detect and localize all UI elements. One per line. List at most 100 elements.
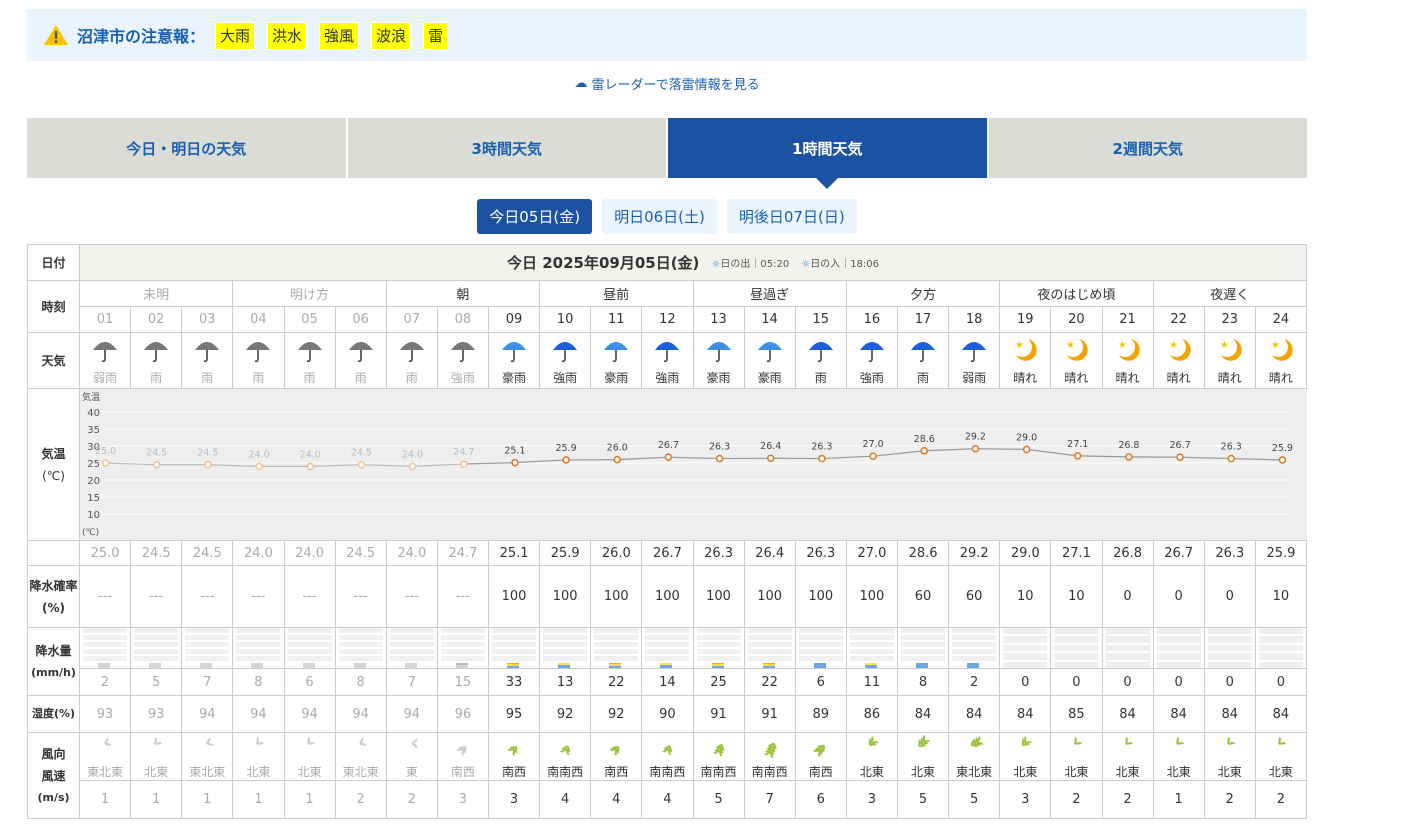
precip-bar-bg (338, 628, 383, 668)
temp-point (1278, 456, 1287, 464)
wind-arrow-icon: ‹ (1269, 734, 1290, 755)
wind-cell: ‹ 北東 (1154, 733, 1205, 780)
temp-value-cell: 24.5 (131, 541, 183, 565)
wind-dir-label: 風向 (41, 746, 66, 761)
radar-link[interactable]: ☁ 雷レーダーで落雷情報を見る (0, 74, 1334, 93)
svg-text:★: ★ (1169, 340, 1178, 351)
wind-cell: ‹‹‹ 南南西 (694, 733, 745, 780)
wind-cell: ‹ 北東 (233, 733, 285, 780)
radar-link-label[interactable]: 雷レーダーで落雷情報を見る (591, 78, 759, 93)
wind-dir-text: 東北東 (87, 765, 124, 779)
temp-point (357, 460, 366, 469)
alert-tag[interactable]: 波浪 (371, 21, 412, 50)
precip-bar-cell (796, 628, 847, 668)
temp-point (101, 459, 110, 467)
moon-icon: ★ (1010, 335, 1040, 369)
precip-bar-cell (182, 628, 234, 668)
temp-value-cell: 25.9 (540, 541, 592, 565)
wind-cell: ‹‹ 北東 (1000, 733, 1052, 780)
row-label-temp-values (28, 541, 80, 565)
period-cell: 昼過ぎ (694, 281, 847, 306)
tab-2[interactable]: 3時間天気 (347, 118, 666, 178)
wind-speed-cell: 2 (1103, 781, 1154, 818)
precip-bar (302, 663, 315, 668)
precip-bar-bg (1003, 628, 1048, 669)
precip-bar-bg (1207, 628, 1252, 669)
weather-label: 豪雨 (604, 371, 629, 385)
day-button[interactable]: 今日05日(金) (477, 199, 593, 234)
wind-speed-cell: 5 (949, 781, 1001, 818)
weather-label: 豪雨 (502, 371, 527, 385)
pop-cell: 100 (796, 566, 847, 627)
temp-data-label: 26.3 (1221, 442, 1242, 453)
hour-cell: 22 (1154, 307, 1205, 332)
weather-cell: 雨 (898, 333, 950, 388)
precip-cell: 22 (591, 669, 643, 695)
umbrella-icon (499, 335, 529, 369)
pop-cell: 10 (1000, 566, 1052, 627)
tab-3[interactable]: 1時間天気 (668, 118, 987, 189)
temp-point (1073, 452, 1082, 460)
sunrise-time: 05:20 (760, 259, 790, 270)
row-label-humidity: 湿度(%) (28, 696, 80, 732)
precip-cell: 14 (642, 669, 694, 695)
tab-1[interactable]: 今日・明日の天気 (27, 118, 346, 178)
wind-arrow-icon: ‹‹ (554, 739, 581, 755)
wind-arrow-icon: ‹‹ (607, 736, 630, 759)
precip-bar-cell (642, 628, 694, 669)
weather-cell: 雨 (182, 333, 234, 388)
wind-speed-cell: 2 (387, 781, 438, 818)
wind-dir-text: 北東 (1217, 765, 1242, 779)
humidity-cell: 86 (847, 696, 898, 732)
wind-dir-text: 南西 (450, 765, 475, 779)
day-button[interactable]: 明後日07日(日) (726, 199, 857, 234)
alert-tag[interactable]: 大雨 (215, 21, 256, 50)
row-label-pop: 降水確率 (%) (28, 566, 80, 627)
pop-cell: 10 (1051, 566, 1103, 627)
wind-cell: ‹ 東北東 (336, 732, 387, 780)
precip-bar-bg (543, 628, 588, 669)
weather-label: 雨 (303, 371, 316, 385)
precip-cell: 0 (1205, 669, 1256, 695)
temp-data-label: 26.8 (1118, 440, 1139, 451)
day-selector: 今日05日(金) 明日06日(土) 明後日07日(日) (0, 199, 1334, 234)
hour-cell: 09 (489, 307, 541, 332)
precip-bar-bg (696, 628, 741, 668)
precip-cell: 2 (80, 669, 132, 695)
umbrella-icon (346, 335, 376, 369)
alert-tag[interactable]: 洪水 (267, 21, 308, 50)
temp-line-segment (207, 464, 260, 467)
precip-cell: 0 (1256, 669, 1307, 695)
temp-data-label: 25.0 (95, 446, 116, 457)
wind-dir-text: 北東 (1064, 765, 1089, 779)
wind-dir-text: 東北東 (956, 765, 993, 779)
hour-cell: 10 (540, 307, 592, 332)
wind-arrow-icon: ‹‹‹ (964, 730, 983, 758)
precip-bar (455, 663, 468, 669)
precip-cell: 6 (285, 669, 336, 695)
weather-cell: 雨 (285, 333, 336, 388)
hour-cell: 03 (182, 307, 234, 332)
weather-label: 豪雨 (757, 371, 782, 385)
tab-4[interactable]: 2週間天気 (988, 118, 1307, 178)
temp-data-label: 24.0 (402, 449, 423, 460)
wind-arrow-icon: ‹ (200, 731, 213, 756)
umbrella-icon (448, 335, 478, 369)
temp-value-cell: 26.3 (694, 541, 745, 565)
wind-dir-text: 北東 (911, 765, 936, 779)
wind-dir-text: 北東 (1115, 765, 1140, 779)
day-button[interactable]: 明日06日(土) (602, 199, 717, 234)
pop-cell: 60 (949, 566, 1001, 627)
temp-point (204, 460, 212, 469)
weather-label: 晴れ (1013, 371, 1038, 385)
wind-arrow-icon: ‹ (1166, 734, 1187, 755)
weather-label: 雨 (814, 371, 827, 385)
thunder-icon: ☁ (574, 76, 588, 91)
precip-bar-bg (849, 628, 894, 669)
alert-tag[interactable]: 雷 (423, 21, 449, 50)
alert-tag[interactable]: 強風 (319, 21, 360, 50)
period-cell: 夕方 (847, 281, 1001, 306)
hour-cell: 24 (1256, 307, 1307, 332)
pop-cell: 10 (1256, 566, 1307, 627)
precip-cell: 7 (387, 669, 438, 695)
